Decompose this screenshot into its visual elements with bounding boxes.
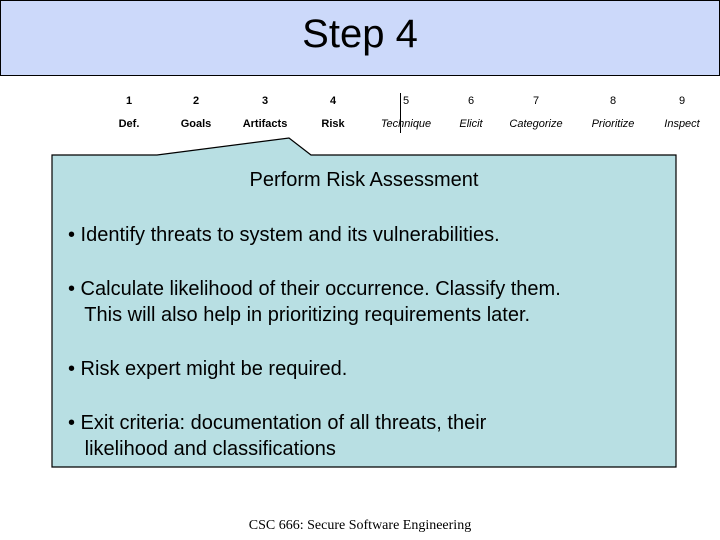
callout-content: Perform Risk Assessment • Identify threa… [52,155,676,467]
bullet-item: • Calculate likelihood of their occurren… [68,278,561,326]
bullet-item: • Risk expert might be required. [68,358,348,380]
slide-footer: CSC 666: Secure Software Engineering [248,518,472,533]
callout-heading: Perform Risk Assessment [249,169,479,191]
bullet-item: • Identify threats to system and its vul… [68,224,500,246]
bullet-item: • Exit criteria: documentation of all th… [68,412,487,460]
